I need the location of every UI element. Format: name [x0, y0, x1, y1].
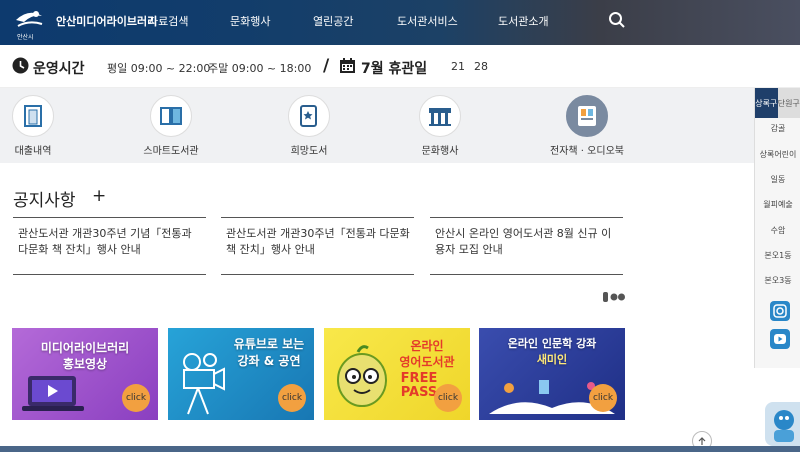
banner-line: 강좌 & 공연 [237, 354, 301, 368]
instagram-icon[interactable] [770, 301, 790, 321]
youtube-icon[interactable] [770, 329, 790, 349]
branch-link[interactable]: 상록어린이 [755, 149, 800, 160]
hours-bar: 운영시간 평일 09:00 ~ 22:00 주말 09:00 ~ 18:00 /… [0, 45, 800, 88]
notice-title: 공지사항 [13, 191, 76, 211]
weekend-hours: 주말 09:00 ~ 18:00 [208, 62, 312, 75]
banner-line: 온라인 인문학 강좌 [507, 337, 597, 350]
notice-item[interactable]: 안산시 온라인 영어도서관 8월 신규 이용자 모집 안내 [430, 217, 623, 275]
banner-promo-video[interactable]: 미디어라이브러리 홍보영상 click [12, 328, 158, 420]
notice-text: 안산시 온라인 영어도서관 8월 신규 이용자 모집 안내 [435, 227, 612, 256]
quick-item-wish-book[interactable]: 희망도서 [259, 93, 359, 157]
laptop-icon [22, 376, 84, 411]
quick-item-ebook[interactable]: 전자책 · 오디오북 [537, 93, 637, 157]
footer-bar [0, 446, 800, 452]
banner-line: 유튜브로 보는 [233, 337, 305, 351]
tab-sangnok[interactable]: 상록구 [755, 88, 778, 118]
quick-item-smart-library[interactable]: 스마트도서관 [121, 93, 221, 157]
clock-icon [12, 57, 29, 74]
nav-culture-events[interactable]: 문화행사 [230, 13, 270, 29]
quick-item-culture-event[interactable]: 문화행사 [390, 93, 490, 157]
top-header: 안산시 안산미디어라이브러리 자료검색 문화행사 열린공간 도서관서비스 도서관… [0, 0, 800, 45]
calendar-icon [340, 58, 355, 73]
banner-line: 온라인 [410, 339, 444, 353]
chatbot-mascot-icon[interactable] [765, 402, 800, 446]
quick-label: 문화행사 [421, 146, 459, 157]
hours-title: 운영시간 [33, 61, 85, 77]
quick-item-loan[interactable]: 대출내역 [0, 93, 83, 157]
nav-open-space[interactable]: 열린공간 [313, 13, 353, 29]
banner-text: 유튜브로 보는 강좌 & 공연 [226, 336, 312, 370]
notice-text: 관산도서관 개관30주년 기념「전통과 다문화 책 잔치」행사 안내 [18, 227, 192, 256]
search-icon[interactable] [608, 11, 626, 29]
click-badge: click [122, 384, 150, 412]
ebook-icon [566, 95, 608, 137]
closed-date: 28 [474, 60, 488, 73]
click-badge: click [278, 384, 306, 412]
banner-line: 미디어라이브러리 [40, 341, 130, 355]
divider-slash: / [323, 56, 330, 76]
pager-dots[interactable] [603, 291, 625, 303]
banner-text: 미디어라이브러리 홍보영상 [12, 340, 158, 372]
nav-library-services[interactable]: 도서관서비스 [397, 13, 458, 29]
quick-label: 대출내역 [14, 146, 52, 157]
banner-line: 홍보영상 [62, 357, 108, 371]
branch-link[interactable]: 일동 [755, 174, 800, 185]
banner-humanities-lecture[interactable]: 온라인 인문학 강좌 새미인 click [479, 328, 625, 420]
banner-youtube-lectures[interactable]: 유튜브로 보는 강좌 & 공연 click [168, 328, 314, 420]
notice-text: 관산도서관 개관30주년「전통과 다문화 책 잔치」행사 안내 [226, 227, 410, 256]
closed-days-title: 7월 휴관일 [361, 61, 428, 77]
video-camera-icon [183, 353, 225, 415]
notice-item[interactable]: 관산도서관 개관30주년 기념「전통과 다문화 책 잔치」행사 안내 [13, 217, 206, 275]
culture-event-icon [419, 95, 461, 137]
notice-more-button[interactable]: + [92, 186, 106, 206]
lemon-mascot-icon [337, 345, 387, 407]
banner-online-english-library[interactable]: 온라인 영어도서관 FREE PASS click [324, 328, 470, 420]
banner-text: 온라인 영어도서관 [384, 338, 470, 370]
branch-link[interactable]: 수암 [755, 225, 800, 236]
nav-search-materials[interactable]: 자료검색 [148, 13, 188, 29]
branch-link[interactable]: 월피예술 [755, 199, 800, 210]
quick-label: 스마트도서관 [143, 146, 199, 157]
branch-link[interactable]: 본오1동 [755, 250, 800, 261]
notice-item[interactable]: 관산도서관 개관30주년「전통과 다문화 책 잔치」행사 안내 [221, 217, 414, 275]
banner-line: 영어도서관 [399, 355, 455, 369]
branch-side-panel: 상록구 단원구 감골 상록어린이 일동 월피예술 수암 본오1동 본오3동 [754, 88, 800, 368]
closed-date: 21 [451, 60, 465, 73]
quick-label: 전자책 · 오디오북 [550, 146, 624, 157]
loan-icon [12, 95, 54, 137]
branch-link[interactable]: 본오3동 [755, 275, 800, 286]
quick-menu: 대출내역 스마트도서관 희망도서 문화행사 전자책 · 오디오북 [0, 88, 754, 163]
tab-danwon[interactable]: 단원구 [777, 88, 800, 118]
quick-label: 희망도서 [290, 146, 328, 157]
site-name[interactable]: 안산미디어라이브러리 [56, 13, 157, 29]
branch-link[interactable]: 감골 [755, 123, 800, 134]
click-badge: click [589, 384, 617, 412]
wish-book-icon [288, 95, 330, 137]
logo-caption: 안산시 [17, 34, 34, 41]
banner-text: 온라인 인문학 강좌 새미인 [479, 336, 625, 368]
weekday-hours: 평일 09:00 ~ 22:00 [107, 62, 211, 75]
nav-library-intro[interactable]: 도서관소개 [498, 13, 549, 29]
click-badge: click [434, 384, 462, 412]
banner-line: 새미인 [536, 353, 568, 366]
smart-library-icon [150, 95, 192, 137]
